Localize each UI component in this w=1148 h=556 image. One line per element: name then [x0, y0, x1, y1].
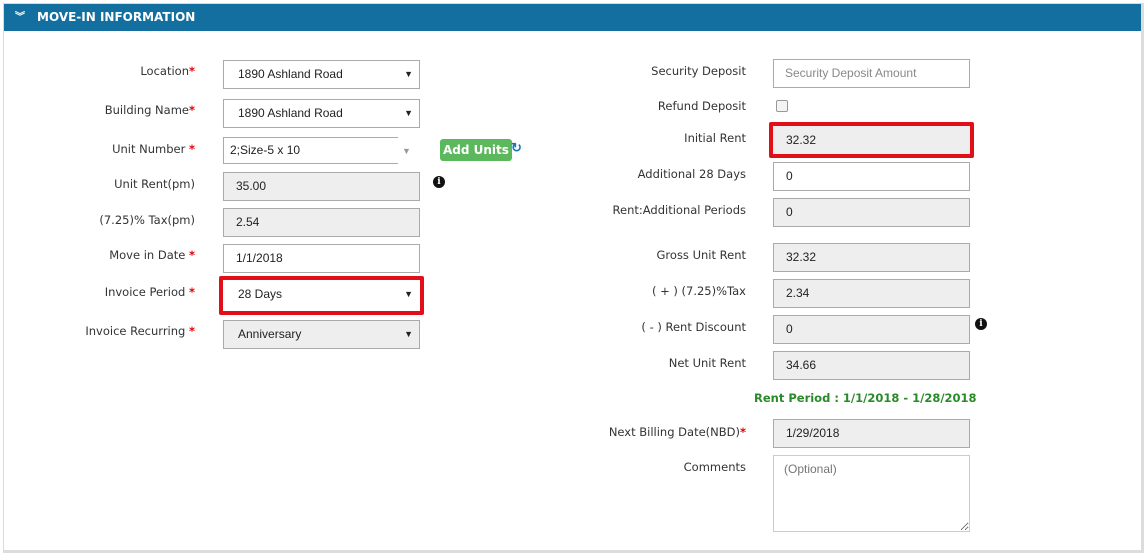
- plus-tax-label: ( + ) (7.25)%Tax: [651, 284, 746, 298]
- caret-down-icon[interactable]: ▼: [402, 146, 411, 156]
- initial-rent-field[interactable]: 32.32: [773, 126, 970, 154]
- unit-number-label: Unit Number *: [112, 142, 195, 156]
- refresh-icon[interactable]: ↻: [511, 140, 522, 156]
- rent-period-text: Rent Period : 1/1/2018 - 1/28/2018: [754, 391, 977, 405]
- initial-rent-label: Initial Rent: [684, 131, 746, 145]
- building-name-label: Building Name*: [104, 103, 195, 117]
- unit-rent-label: Unit Rent(pm): [114, 177, 195, 191]
- unit-number-combobox[interactable]: 2;Size-5 x 10: [223, 137, 398, 164]
- info-icon[interactable]: i: [433, 176, 445, 188]
- caret-down-icon: ▼: [404, 69, 413, 79]
- invoice-period-value: 28 Days: [238, 287, 283, 301]
- panel-title: MOVE-IN INFORMATION: [37, 10, 196, 24]
- move-in-date-label: Move in Date *: [109, 248, 195, 262]
- rent-additional-periods-label: Rent:Additional Periods: [612, 203, 746, 217]
- caret-down-icon: ▼: [404, 108, 413, 118]
- security-deposit-placeholder: Security Deposit Amount: [785, 66, 917, 80]
- invoice-period-label: Invoice Period *: [104, 285, 195, 299]
- security-deposit-label: Security Deposit: [651, 64, 746, 78]
- location-select[interactable]: 1890 Ashland Road ▼: [223, 60, 420, 89]
- building-name-value: 1890 Ashland Road: [238, 106, 343, 120]
- tax-field[interactable]: 2.54: [223, 208, 420, 237]
- add-units-button[interactable]: Add Units: [440, 139, 512, 161]
- comments-textarea[interactable]: [773, 455, 970, 532]
- refund-deposit-checkbox[interactable]: [776, 100, 788, 112]
- next-billing-date-field[interactable]: 1/29/2018: [773, 419, 970, 448]
- gross-unit-rent-label: Gross Unit Rent: [656, 248, 746, 262]
- gross-unit-rent-field[interactable]: 32.32: [773, 243, 970, 272]
- caret-down-icon: ▼: [404, 289, 413, 299]
- rent-discount-label: ( - ) Rent Discount: [641, 320, 746, 334]
- security-deposit-input[interactable]: Security Deposit Amount: [773, 59, 970, 88]
- additional-days-label: Additional 28 Days: [637, 167, 746, 181]
- double-chevron-down-icon[interactable]: ︾: [15, 4, 25, 31]
- unit-number-value: 2;Size-5 x 10: [230, 143, 301, 157]
- move-in-date-input[interactable]: 1/1/2018: [223, 244, 420, 273]
- unit-rent-field[interactable]: 35.00: [223, 172, 420, 201]
- invoice-recurring-value: Anniversary: [238, 327, 302, 341]
- comments-label: Comments: [683, 460, 746, 474]
- location-value: 1890 Ashland Road: [238, 67, 343, 81]
- rent-discount-field[interactable]: 0: [773, 315, 970, 344]
- rent-additional-periods-field[interactable]: 0: [773, 198, 970, 227]
- caret-down-icon: ▼: [404, 329, 413, 339]
- net-unit-rent-field[interactable]: 34.66: [773, 351, 970, 380]
- additional-days-input[interactable]: 0: [773, 162, 970, 191]
- location-label: Location*: [140, 64, 195, 78]
- plus-tax-field[interactable]: 2.34: [773, 279, 970, 308]
- net-unit-rent-label: Net Unit Rent: [668, 356, 746, 370]
- panel-header[interactable]: ︾ MOVE-IN INFORMATION: [4, 4, 1141, 31]
- building-name-select[interactable]: 1890 Ashland Road ▼: [223, 99, 420, 128]
- info-icon[interactable]: i: [975, 318, 987, 330]
- refund-deposit-label: Refund Deposit: [657, 99, 746, 113]
- invoice-recurring-label: Invoice Recurring *: [85, 324, 195, 338]
- next-billing-date-label: Next Billing Date(NBD)*: [608, 425, 746, 439]
- tax-label: (7.25)% Tax(pm): [99, 213, 195, 227]
- invoice-recurring-select[interactable]: Anniversary ▼: [223, 320, 420, 349]
- move-in-information-panel: ︾ MOVE-IN INFORMATION: [3, 3, 1144, 553]
- invoice-period-select[interactable]: 28 Days ▼: [223, 280, 420, 309]
